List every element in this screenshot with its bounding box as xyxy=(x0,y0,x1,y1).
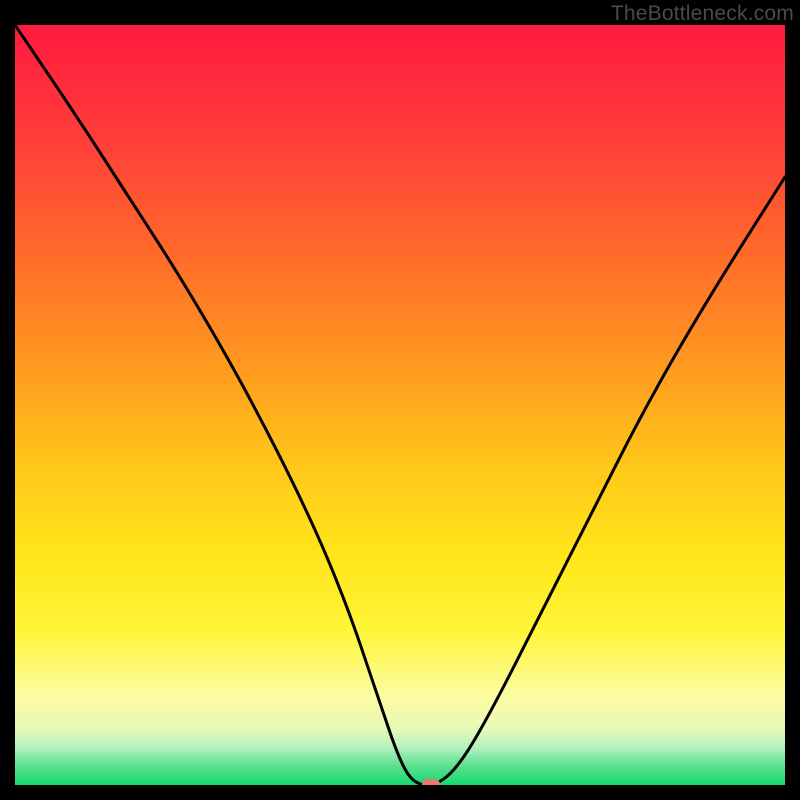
optimal-marker-icon xyxy=(422,779,440,785)
attribution-text: TheBottleneck.com xyxy=(611,2,794,26)
bottleneck-chart xyxy=(15,25,785,785)
bottleneck-curve xyxy=(15,25,785,785)
